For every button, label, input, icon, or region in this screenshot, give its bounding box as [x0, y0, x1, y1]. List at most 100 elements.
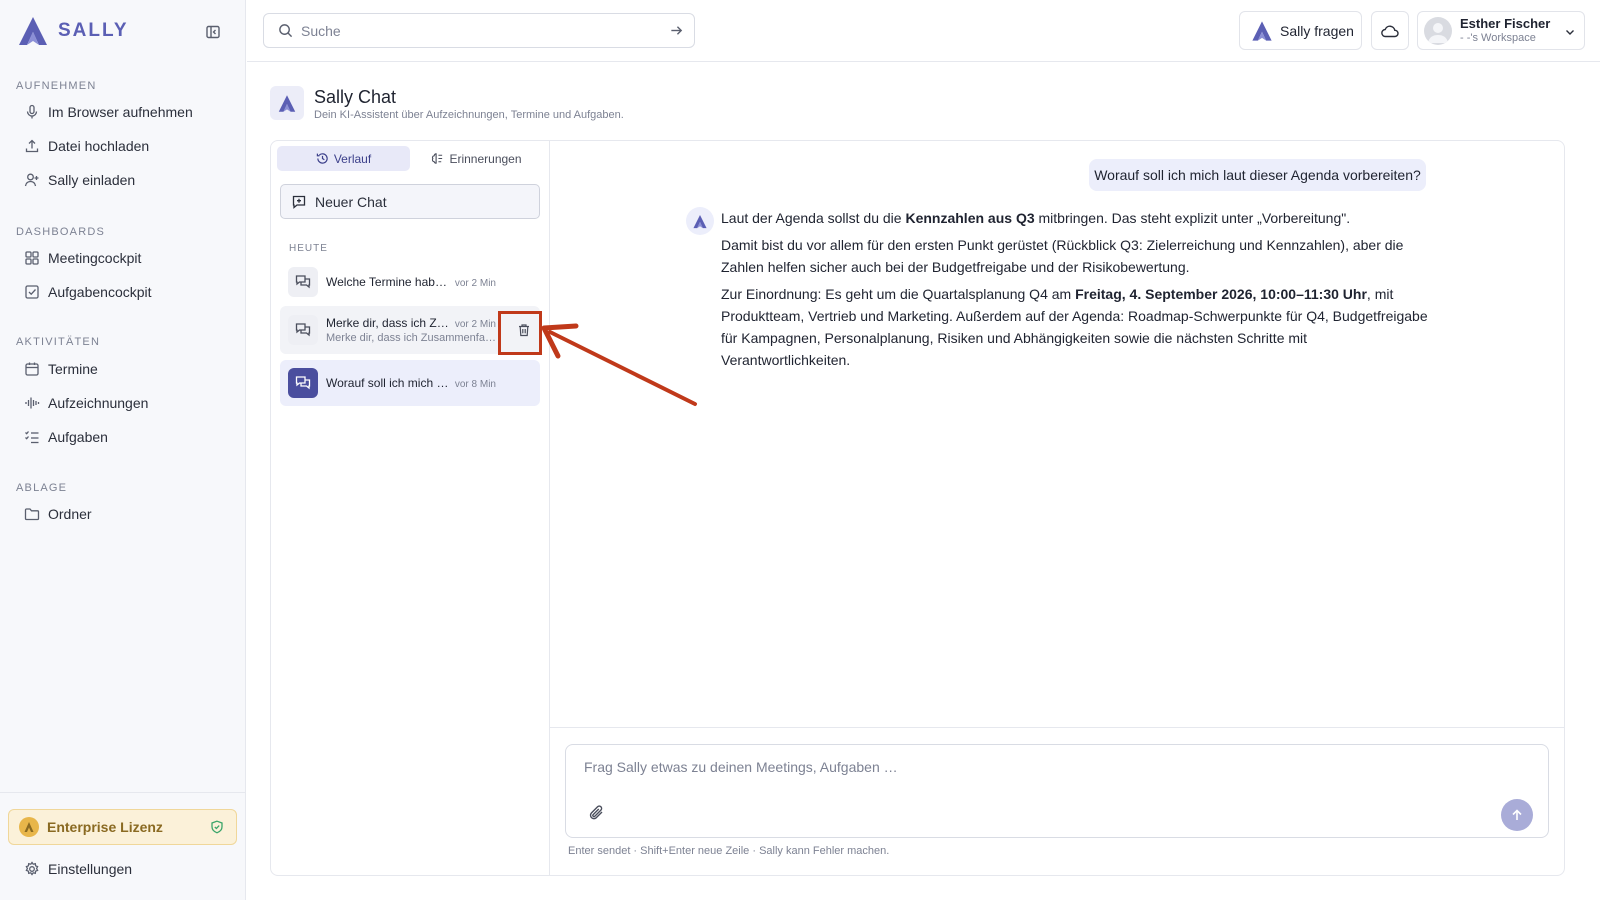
- sidebar-item-label: Im Browser aufnehmen: [48, 104, 193, 120]
- chat-history-item[interactable]: Welche Termine habe i... vor 2 Min: [280, 259, 540, 305]
- annotation-highlight: [498, 311, 542, 355]
- sidebar-item-label: Aufgabencockpit: [48, 284, 152, 300]
- page-title: Sally Chat: [314, 87, 397, 107]
- user-menu-button[interactable]: Esther Fischer - -'s Workspace: [1417, 11, 1585, 50]
- group-label-today: HEUTE: [289, 243, 328, 254]
- sidebar-item-label: Meetingcockpit: [48, 250, 142, 266]
- sidebar-item-aufgaben[interactable]: Aufgaben: [16, 422, 230, 452]
- section-dashboards: DASHBOARDS: [16, 226, 106, 238]
- page-header: Sally Chat Dein KI-Assistent über Aufzei…: [270, 86, 624, 121]
- tab-erinnerungen[interactable]: Erinnerungen: [410, 146, 543, 171]
- arrow-right-icon[interactable]: [669, 23, 684, 38]
- ask-sally-button[interactable]: Sally fragen: [1239, 11, 1362, 50]
- sidebar-item-label: Termine: [48, 361, 98, 377]
- send-button[interactable]: [1501, 799, 1533, 831]
- chat-time: vor 2 Min: [454, 319, 496, 330]
- user-message: Worauf soll ich mich laut dieser Agenda …: [1089, 159, 1426, 191]
- sidebar-item-termine[interactable]: Termine: [16, 354, 230, 384]
- ask-sally-label: Sally fragen: [1280, 22, 1354, 39]
- cloud-icon: [1381, 25, 1399, 37]
- sidebar-divider: [0, 792, 246, 793]
- chat-title: Merke dir, dass ich Zus...: [326, 316, 449, 330]
- sidebar-item-label: Aufzeichnungen: [48, 395, 149, 411]
- avatar: [1424, 16, 1452, 45]
- sidebar-item-label: Ordner: [48, 506, 92, 522]
- sidebar-item-upload[interactable]: Datei hochladen: [16, 131, 230, 161]
- sidebar-item-label: Datei hochladen: [48, 138, 150, 154]
- assistant-message: Laut der Agenda sollst du die Kennzahlen…: [721, 207, 1429, 376]
- brain-icon: [432, 153, 443, 164]
- waveform-icon: [25, 397, 40, 409]
- sally-logo-icon: [1252, 20, 1272, 41]
- chat-title: Worauf soll ich mich la...: [326, 376, 449, 390]
- message-input[interactable]: [584, 759, 1464, 783]
- assistant-paragraph: Damit bist du vor allem für den ersten P…: [721, 237, 1404, 275]
- chat-time: vor 2 Min: [454, 278, 496, 289]
- brand-name: SALLY: [58, 20, 129, 41]
- page-subtitle: Dein KI-Assistent über Aufzeichnungen, T…: [314, 109, 624, 121]
- assistant-paragraph: Laut der Agenda sollst du die Kennzahlen…: [721, 210, 1351, 226]
- sidebar-item-label: Aufgaben: [48, 429, 108, 445]
- chevron-down-icon: [1566, 30, 1574, 35]
- list-check-icon: [25, 431, 39, 444]
- chat-bubbles-icon: [288, 267, 318, 297]
- user-name: Esther Fischer: [1460, 16, 1551, 32]
- composer-divider: [549, 727, 1565, 728]
- chat-bubbles-icon: [288, 315, 318, 345]
- chat-time: vor 8 Min: [454, 379, 496, 390]
- sally-logo-icon: [693, 214, 707, 228]
- grid-icon: [25, 251, 39, 265]
- composer-hint: Enter sendet · Shift+Enter neue Zeile · …: [568, 845, 890, 857]
- microphone-icon: [26, 104, 38, 119]
- collapse-sidebar-button[interactable]: [203, 22, 223, 42]
- bot-avatar: [686, 207, 714, 235]
- sally-chat-icon: [270, 86, 304, 120]
- new-chat-button[interactable]: Neuer Chat: [280, 184, 540, 219]
- sidebar-item-meetingcockpit[interactable]: Meetingcockpit: [16, 243, 230, 273]
- sidebar-item-invite[interactable]: Sally einladen: [16, 165, 230, 195]
- sidebar-item-label: Einstellungen: [48, 861, 133, 877]
- shield-check-icon: [211, 820, 223, 834]
- chat-history-item[interactable]: Worauf soll ich mich la... vor 8 Min: [280, 360, 540, 406]
- license-badge[interactable]: Enterprise Lizenz: [8, 809, 237, 845]
- upload-icon: [25, 139, 39, 153]
- tab-verlauf[interactable]: Verlauf: [277, 146, 410, 171]
- chat-history-column: Verlauf Erinnerungen Neuer Chat HEUTE We…: [271, 141, 550, 875]
- license-label: Enterprise Lizenz: [47, 819, 163, 835]
- sidebar-item-browser-record[interactable]: Im Browser aufnehmen: [16, 97, 230, 127]
- cloud-button[interactable]: [1371, 11, 1409, 50]
- new-chat-label: Neuer Chat: [315, 193, 387, 210]
- tab-label: Verlauf: [333, 151, 372, 166]
- sidebar-item-aufgabencockpit[interactable]: Aufgabencockpit: [16, 277, 230, 307]
- sidebar-toggle-icon: [206, 25, 220, 39]
- section-ablage: ABLAGE: [16, 482, 68, 494]
- new-chat-icon: [292, 195, 306, 209]
- topbar: Sally fragen Esther Fischer - -'s Worksp…: [247, 0, 1600, 62]
- user-plus-icon: [24, 173, 39, 187]
- calendar-icon: [25, 362, 39, 376]
- chat-bubbles-icon: [288, 368, 318, 398]
- sidebar-item-label: Sally einladen: [48, 172, 136, 188]
- annotation-arrow-icon: [541, 323, 697, 406]
- sidebar: SALLY AUFNEHMEN Im Browser aufnehmen Dat…: [0, 0, 246, 900]
- logo[interactable]: SALLY: [16, 15, 129, 47]
- search-icon: [279, 24, 293, 38]
- history-tabs: Verlauf Erinnerungen: [277, 146, 543, 171]
- search-input[interactable]: [301, 22, 641, 39]
- arrow-up-icon: [1512, 809, 1522, 820]
- section-aktivitaeten: AKTIVITÄTEN: [16, 336, 101, 348]
- section-aufnehmen: AUFNEHMEN: [16, 80, 97, 92]
- sidebar-item-aufzeichnungen[interactable]: Aufzeichnungen: [16, 388, 230, 418]
- sidebar-item-ordner[interactable]: Ordner: [16, 499, 230, 529]
- message-composer: [565, 744, 1549, 838]
- gear-icon: [25, 861, 39, 876]
- paperclip-icon[interactable]: [588, 804, 606, 822]
- assistant-paragraph: Zur Einordnung: Es geht um die Quartalsp…: [721, 286, 1428, 368]
- sidebar-item-settings[interactable]: Einstellungen: [16, 854, 230, 884]
- search-box[interactable]: [263, 13, 695, 48]
- license-coin-icon: [19, 817, 39, 837]
- chat-title: Welche Termine habe i...: [326, 275, 449, 289]
- workspace-name: - -'s Workspace: [1460, 31, 1536, 44]
- chat-preview: Merke dir, dass ich Zusammenfas...: [326, 332, 496, 344]
- user-info: Esther Fischer - -'s Workspace: [1460, 16, 1551, 44]
